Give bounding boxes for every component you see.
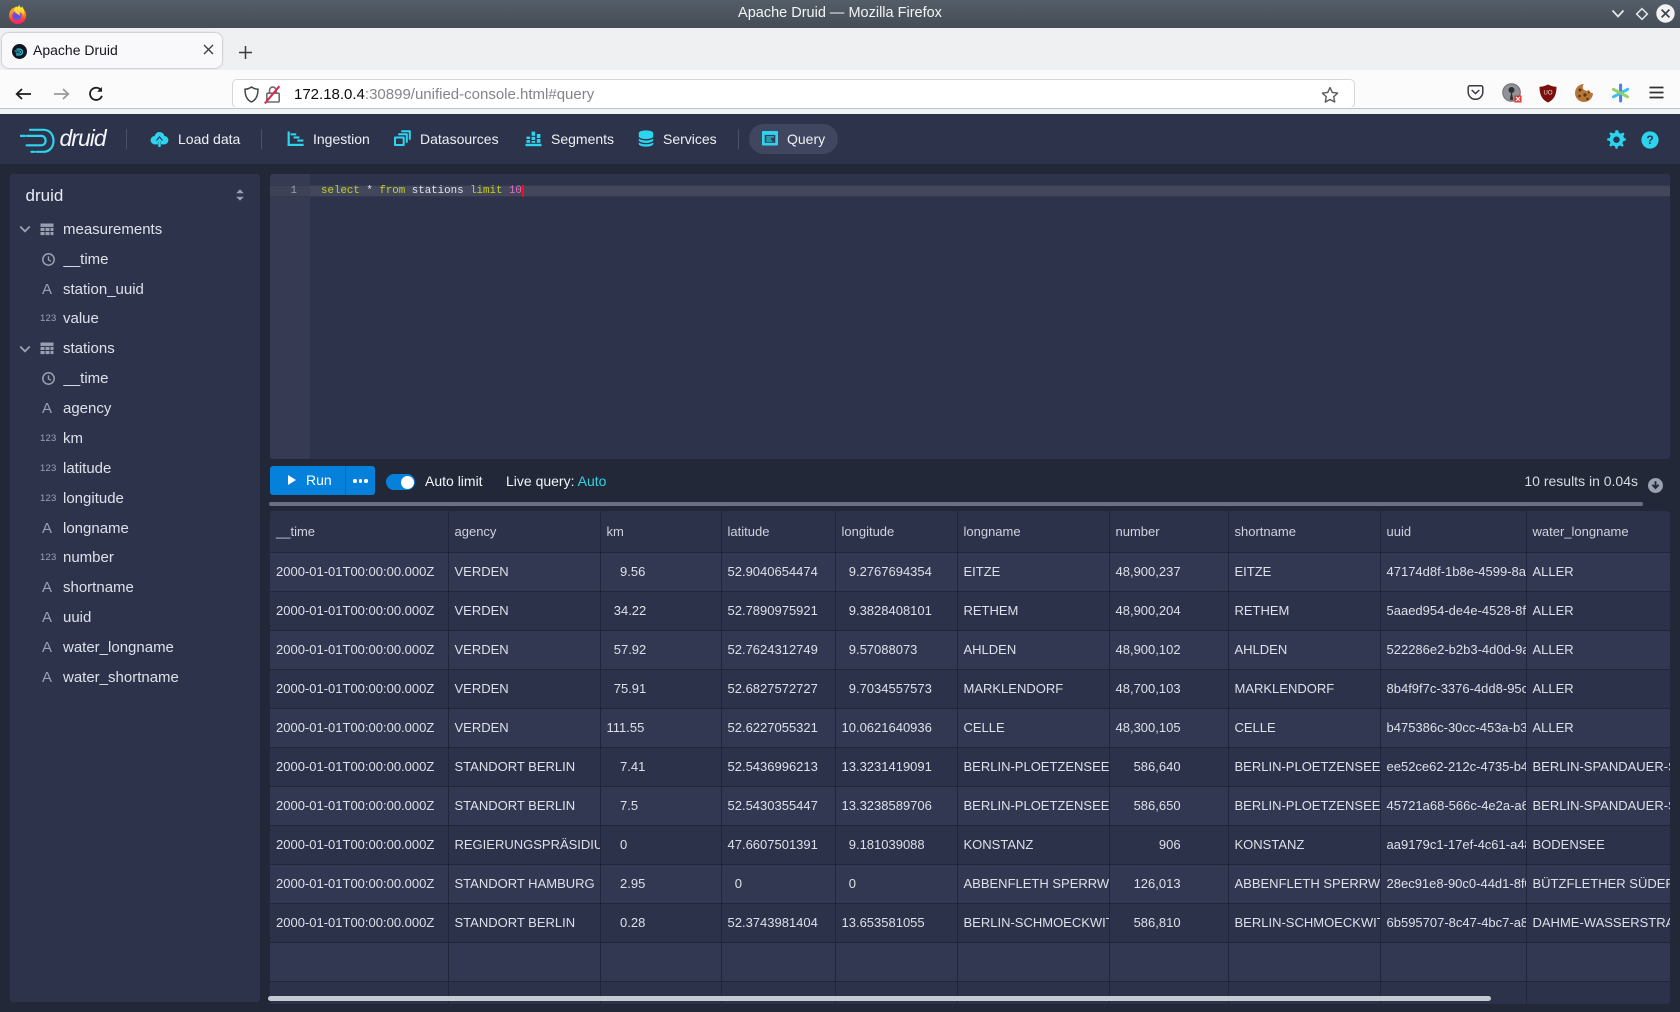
svg-text:?: ? [1646,133,1653,147]
svg-text:UO: UO [1544,91,1553,97]
